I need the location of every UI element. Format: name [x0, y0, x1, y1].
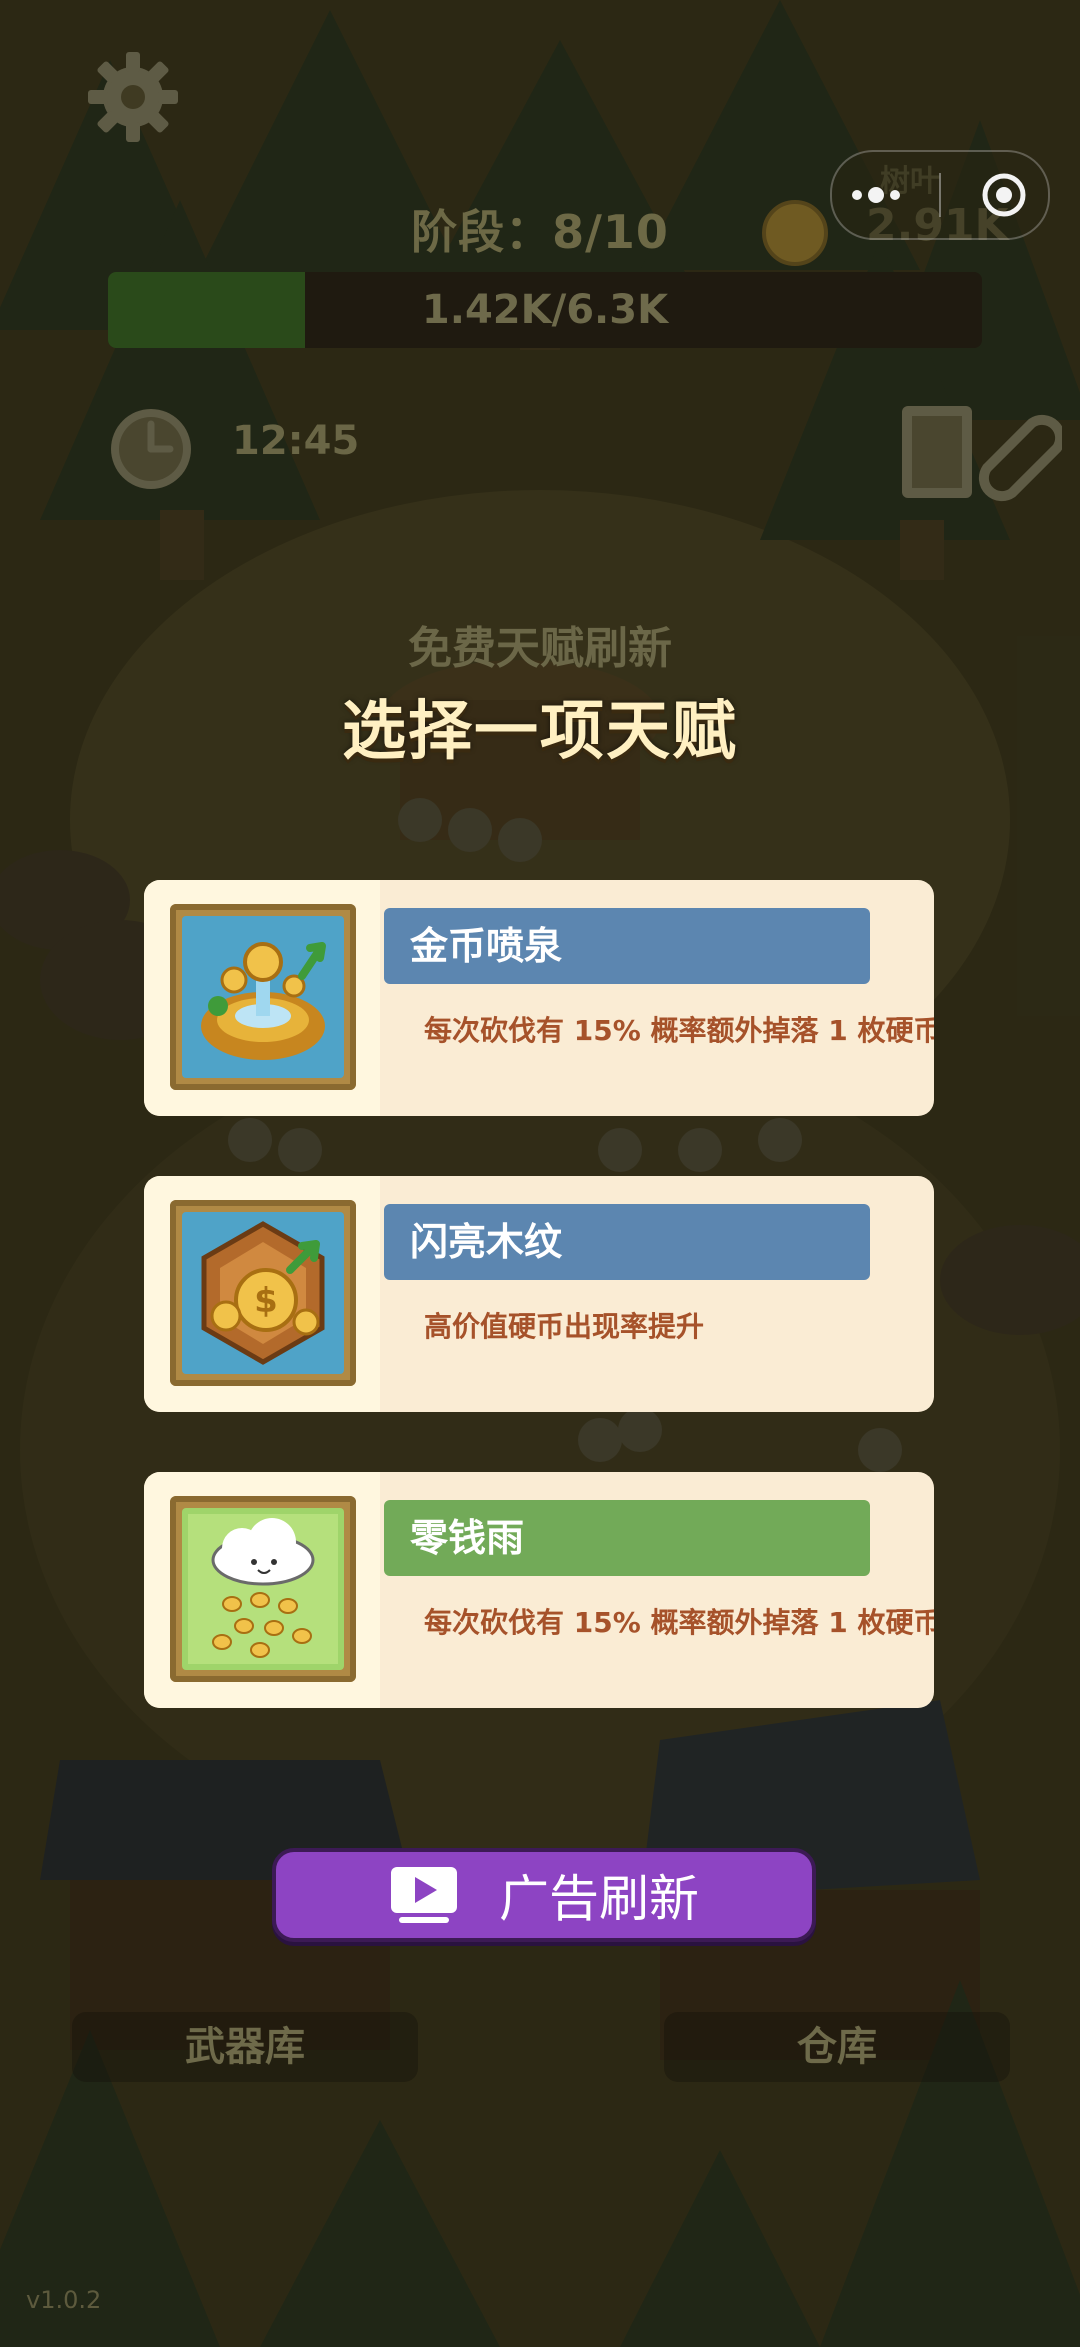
talent-card-coin-fountain[interactable]: 金币喷泉 每次砍伐有 15% 概率额外掉落 1 枚硬币	[144, 880, 934, 1116]
settings-gear-icon[interactable]	[88, 52, 178, 142]
talent-card-coin-rain[interactable]: 零钱雨 每次砍伐有 15% 概率额外掉落 1 枚硬币	[144, 1472, 934, 1708]
stage-progress-bar: 1.42K/6.3K	[108, 272, 982, 348]
talent-description: 每次砍伐有 15% 概率额外掉落 1 枚硬币	[424, 1606, 934, 1639]
stage-indicator: 阶段：8/10	[411, 205, 669, 259]
coin-fountain-icon	[182, 916, 344, 1078]
clock-icon	[111, 409, 191, 489]
video-play-icon	[391, 1867, 457, 1923]
talent-name-bar: 闪亮木纹	[384, 1204, 870, 1280]
coin-rain-cloud-icon	[182, 1508, 344, 1670]
overlay-dim[interactable]	[0, 0, 1080, 2347]
talent-name-bar: 零钱雨	[384, 1500, 870, 1576]
talent-card-shiny-wood-grain[interactable]: $ 闪亮木纹 高价值硬币出现率提升	[144, 1176, 934, 1412]
progress-text: 1.42K/6.3K	[421, 287, 669, 333]
talent-icon-frame	[170, 1496, 356, 1682]
shiny-wood-coin-icon: $	[182, 1212, 344, 1374]
talent-icon-frame	[170, 904, 356, 1090]
free-talent-refresh-label[interactable]: 免费天赋刷新	[0, 612, 1080, 676]
talent-name-bar: 金币喷泉	[384, 908, 870, 984]
choose-talent-title: 选择一项天赋	[342, 695, 738, 769]
svg-text:$: $	[254, 1281, 278, 1321]
ad-refresh-label: 广告刷新	[499, 1870, 699, 1928]
talent-description: 高价值硬币出现率提升	[424, 1310, 705, 1343]
warehouse-button[interactable]: 仓库	[664, 2012, 1010, 2082]
armory-button[interactable]: 武器库	[72, 2012, 418, 2082]
version-label: v1.0.2	[26, 2286, 102, 2314]
countdown-timer: 12:45	[232, 418, 360, 464]
talent-icon-frame: $	[170, 1200, 356, 1386]
book-link-icon[interactable]	[892, 398, 1062, 508]
talent-description: 每次砍伐有 15% 概率额外掉落 1 枚硬币	[424, 1014, 934, 1047]
game-scene	[0, 0, 1080, 2347]
ad-refresh-button[interactable]: 广告刷新	[272, 1848, 816, 1942]
